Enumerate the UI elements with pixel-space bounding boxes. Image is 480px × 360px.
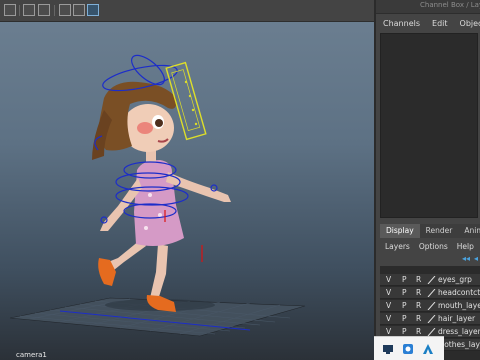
reference-toggle[interactable]: R <box>416 314 421 323</box>
layer-name[interactable]: dress_layer <box>438 327 480 336</box>
panel-title-strip: Channel Box / Layer Editor <box>376 0 480 14</box>
photo-app-icon[interactable] <box>402 343 414 355</box>
layer-name[interactable]: headcontcts <box>438 288 480 297</box>
layer-tools-row: ◂◂ ◂ <box>380 253 480 265</box>
layer-name[interactable]: mouth_layer <box>438 301 480 310</box>
layer-row[interactable]: V P R mouth_layer <box>380 300 480 312</box>
visibility-toggle[interactable]: V <box>386 275 391 284</box>
menu-object[interactable]: Object <box>453 19 480 28</box>
layer-name[interactable]: hair_layer <box>438 314 475 323</box>
tab-display[interactable]: Display <box>380 224 420 238</box>
reference-toggle[interactable]: R <box>416 288 421 297</box>
scene-canvas[interactable] <box>0 0 374 360</box>
layer-name[interactable]: eyes_grp <box>438 275 472 284</box>
color-swatch-icon[interactable] <box>427 276 436 284</box>
layer-name[interactable]: clothes_layer <box>438 340 480 349</box>
playback-toggle[interactable]: P <box>402 288 407 297</box>
reference-toggle[interactable]: R <box>416 301 421 310</box>
playback-toggle[interactable]: P <box>402 327 407 336</box>
playback-toggle[interactable]: P <box>402 301 407 310</box>
character-model[interactable] <box>92 81 231 312</box>
autodesk-icon[interactable] <box>422 343 434 355</box>
reference-toggle[interactable]: R <box>416 275 421 284</box>
color-swatch-icon[interactable] <box>427 315 436 323</box>
menu-layers[interactable]: Layers <box>380 242 414 251</box>
maya-window: camera1 Channel Box / Layer Editor Chann… <box>0 0 480 360</box>
color-swatch-icon[interactable] <box>427 289 436 297</box>
panel-title: Channel Box / Layer Editor <box>420 1 480 9</box>
layer-row[interactable]: V P R hair_layer <box>380 313 480 325</box>
channel-box-menu: Channels Edit Object <box>376 15 480 32</box>
color-swatch-icon[interactable] <box>427 302 436 310</box>
menu-help[interactable]: Help <box>452 242 478 251</box>
layer-editor-tabs: Display Render Anim <box>380 224 480 238</box>
camera-label: camera1 <box>16 351 47 359</box>
layer-editor-menu: Layers Options Help <box>380 240 480 253</box>
visibility-toggle[interactable]: V <box>386 327 391 336</box>
move-layer-down-icon[interactable]: ◂ <box>474 254 478 263</box>
menu-channels[interactable]: Channels <box>376 19 425 28</box>
channel-layer-panel: Channel Box / Layer Editor Channels Edit… <box>374 0 480 360</box>
reference-toggle[interactable]: R <box>416 327 421 336</box>
move-layer-up-icon[interactable]: ◂◂ <box>462 254 470 263</box>
tab-render[interactable]: Render <box>419 224 459 238</box>
visibility-toggle[interactable]: V <box>386 314 391 323</box>
color-swatch-icon[interactable] <box>427 328 436 336</box>
menu-edit[interactable]: Edit <box>425 19 453 28</box>
menu-options[interactable]: Options <box>414 242 452 251</box>
playback-toggle[interactable]: P <box>402 275 407 284</box>
visibility-toggle[interactable]: V <box>386 301 391 310</box>
taskbar-tray <box>374 336 444 360</box>
screen-capture-icon[interactable] <box>382 343 394 355</box>
playback-toggle[interactable]: P <box>402 314 407 323</box>
channel-box-area[interactable] <box>380 33 478 218</box>
layer-row[interactable]: V P R eyes_grp <box>380 274 480 286</box>
tab-anim[interactable]: Anim <box>458 224 480 238</box>
layer-row[interactable]: V P R headcontcts <box>380 287 480 299</box>
visibility-toggle[interactable]: V <box>386 288 391 297</box>
3d-viewport[interactable]: camera1 <box>0 0 374 360</box>
